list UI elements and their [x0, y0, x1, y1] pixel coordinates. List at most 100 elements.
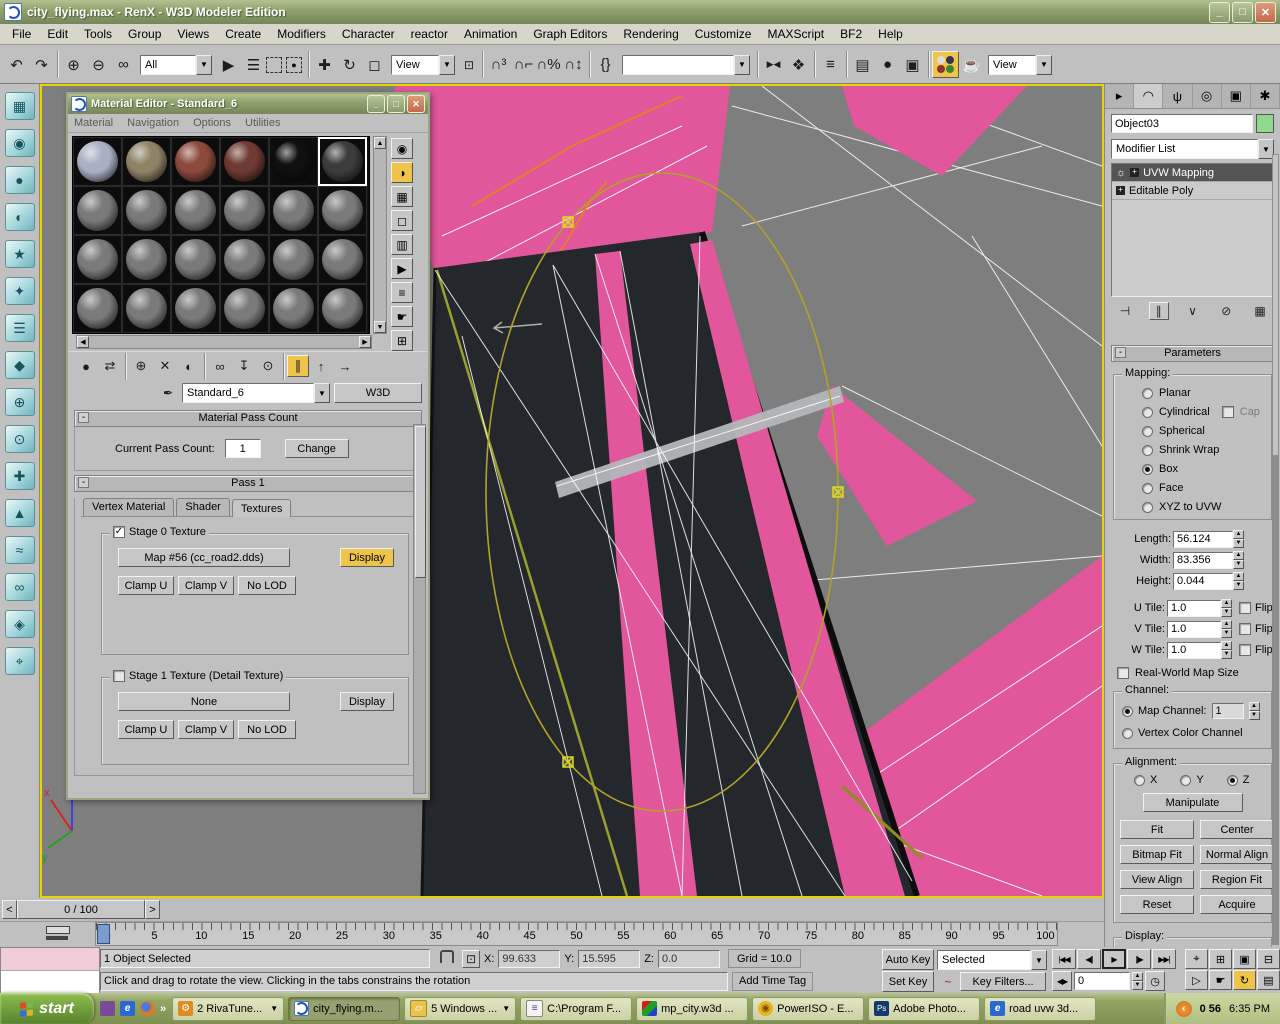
v-flip-checkbox[interactable]	[1239, 623, 1251, 635]
previous-frame-icon[interactable]: ◀||	[1077, 949, 1101, 969]
manipulate-button[interactable]: Manipulate	[1143, 793, 1243, 812]
maxscript-mini-listener[interactable]	[0, 947, 100, 993]
pick-material-eyedropper-icon[interactable]: ✒	[158, 383, 178, 403]
material-editor-titlebar[interactable]: Material Editor - Standard_6 _ □ ✕	[68, 94, 428, 114]
current-frame-marker[interactable]	[97, 924, 110, 944]
sample-type-icon[interactable]: ◉	[391, 138, 413, 159]
shelf-icon-16[interactable]: ⌖	[5, 647, 35, 675]
make-unique-icon[interactable]: ∞	[208, 355, 232, 377]
make-preview-icon[interactable]: ▶	[391, 258, 413, 279]
expand-icon[interactable]: +	[1116, 186, 1125, 195]
shelf-icon-7[interactable]: ☰	[5, 314, 35, 342]
put-material-to-scene-icon[interactable]: ⇄	[98, 355, 122, 377]
zoom-extents-all-icon[interactable]: ⊟	[1257, 949, 1280, 969]
visibility-bulb-icon[interactable]: ☼	[1116, 167, 1126, 179]
zoom-region-icon[interactable]: ▷	[1185, 970, 1208, 990]
u-flip-checkbox[interactable]	[1239, 602, 1251, 614]
rollout-scrollbar[interactable]	[413, 424, 426, 794]
shelf-icon-11[interactable]: ✚	[5, 462, 35, 490]
remove-modifier-icon[interactable]: ⊘	[1216, 301, 1236, 321]
zoom-extents-icon[interactable]: ▣	[1233, 949, 1256, 969]
radio-spherical[interactable]	[1142, 426, 1153, 437]
menu-create[interactable]: Create	[217, 27, 269, 41]
go-to-end-icon[interactable]: ▶▶|	[1152, 949, 1176, 969]
selection-filter-dropdown[interactable]: All▼	[140, 55, 212, 75]
play-button[interactable]: ▶	[1102, 949, 1126, 969]
current-frame-field[interactable]: 0	[1074, 972, 1130, 990]
snap-toggle-icon[interactable]: ∩³	[486, 52, 511, 77]
render-view-dropdown[interactable]: View▼	[988, 55, 1052, 75]
percent-snap-icon[interactable]: ∩%	[536, 52, 561, 77]
tray-collapse-chevron[interactable]: ‹	[1176, 1001, 1192, 1017]
named-selection-dropdown[interactable]: ▼	[622, 55, 750, 75]
menu-graph-editors[interactable]: Graph Editors	[525, 27, 615, 41]
tab-vertex-material[interactable]: Vertex Material	[83, 498, 174, 516]
task-w3d-viewer[interactable]: mp_city.w3d ...	[636, 997, 748, 1021]
stack-item-editable-poly[interactable]: + Editable Poly	[1112, 182, 1273, 200]
sample-slot[interactable]	[269, 235, 318, 284]
width-field[interactable]: 83.356	[1173, 552, 1233, 569]
bind-to-spacewarp-icon[interactable]: ∞	[111, 52, 136, 77]
stage0-no-lod-button[interactable]: No LOD	[238, 576, 296, 595]
sample-hscrollbar[interactable]: ◀▶	[76, 335, 372, 349]
add-time-tag[interactable]: Add Time Tag	[732, 972, 813, 991]
pan-hand-icon[interactable]: ☛	[1209, 970, 1232, 990]
w-tile-spinner[interactable]: ▲▼	[1221, 641, 1232, 659]
sample-slot[interactable]	[171, 235, 220, 284]
sample-slot[interactable]	[122, 284, 171, 333]
shelf-icon-6[interactable]: ✦	[5, 277, 35, 305]
mated-maximize-button[interactable]: □	[387, 95, 405, 113]
width-spinner[interactable]: ▲▼	[1233, 551, 1244, 569]
material-map-navigator-icon[interactable]: ⊞	[391, 330, 413, 351]
sample-slot[interactable]	[269, 186, 318, 235]
stage1-checkbox[interactable]	[113, 670, 125, 682]
key-mode-dropdown[interactable]: Selected▼	[937, 950, 1047, 970]
time-configuration-icon[interactable]: ◷	[1145, 971, 1165, 991]
stage1-no-lod-button[interactable]: No LOD	[238, 720, 296, 739]
layer-manager-icon[interactable]: ≡	[818, 52, 843, 77]
trackbar-selection-icon[interactable]	[46, 926, 80, 942]
sample-uv-tiling-icon[interactable]: ◻	[391, 210, 413, 231]
shelf-icon-2[interactable]: ◉	[5, 129, 35, 157]
mat-menu-options[interactable]: Options	[193, 117, 231, 129]
tab-textures[interactable]: Textures	[232, 499, 292, 517]
mat-menu-navigation[interactable]: Navigation	[127, 117, 179, 129]
modifier-list-dropdown[interactable]: Modifier List▼	[1111, 139, 1274, 159]
height-spinner[interactable]: ▲▼	[1233, 572, 1244, 590]
panel-scrollbar[interactable]	[1272, 154, 1279, 945]
radio-planar[interactable]	[1142, 388, 1153, 399]
redo-icon[interactable]: ↷	[29, 52, 54, 77]
tab-display[interactable]: ▣	[1222, 84, 1251, 108]
tab-shader[interactable]: Shader	[176, 498, 229, 516]
sample-vscrollbar[interactable]: ▲▼	[373, 136, 387, 334]
v-tile-spinner[interactable]: ▲▼	[1221, 620, 1232, 638]
go-forward-to-sibling-icon[interactable]: →	[333, 355, 357, 377]
shelf-icon-3[interactable]: ●	[5, 166, 35, 194]
stage1-map-button[interactable]: None	[118, 692, 290, 711]
auto-key-button[interactable]: Auto Key	[882, 949, 934, 970]
named-selection-sets-icon[interactable]: {}	[593, 52, 618, 77]
sample-slot[interactable]	[269, 284, 318, 333]
mat-menu-material[interactable]: Material	[74, 117, 113, 129]
material-pass-count-header[interactable]: -Material Pass Count	[74, 410, 422, 427]
radio-align-z[interactable]	[1227, 775, 1238, 786]
sample-slot[interactable]	[220, 186, 269, 235]
time-slider[interactable]: 0 / 100	[17, 900, 145, 919]
menu-views[interactable]: Views	[169, 27, 217, 41]
sample-slot[interactable]	[73, 284, 122, 333]
task-notepad[interactable]: ≡C:\Program F...	[520, 997, 632, 1021]
stage0-clamp-v-button[interactable]: Clamp V	[178, 576, 234, 595]
stack-item-uvw-mapping[interactable]: ☼ + UVW Mapping	[1112, 164, 1273, 182]
stage0-display-button[interactable]: Display	[340, 548, 394, 567]
select-and-move-icon[interactable]: ✚	[312, 52, 337, 77]
next-frame-icon[interactable]: ||▶	[1127, 949, 1151, 969]
use-pivot-center-icon[interactable]: ⊡	[459, 55, 479, 75]
sample-slot[interactable]	[171, 284, 220, 333]
view-align-button[interactable]: View Align	[1120, 870, 1194, 889]
shelf-icon-1[interactable]: ▦	[5, 92, 35, 120]
show-map-in-viewport-icon[interactable]: ∥	[287, 355, 309, 377]
region-fit-button[interactable]: Region Fit	[1200, 870, 1274, 889]
mat-menu-utilities[interactable]: Utilities	[245, 117, 280, 129]
x-coordinate-field[interactable]: 99.633	[498, 950, 560, 968]
sample-slot[interactable]	[73, 137, 122, 186]
